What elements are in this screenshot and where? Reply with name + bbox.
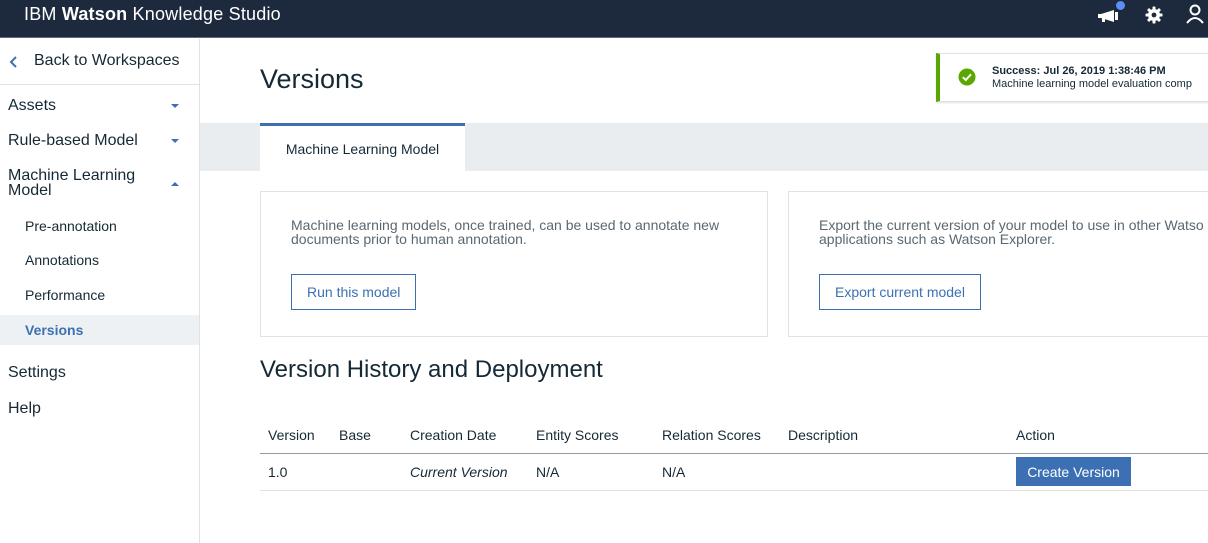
cell-relation-scores: N/A xyxy=(662,464,686,480)
tab-machine-learning-model[interactable]: Machine Learning Model xyxy=(260,123,465,171)
app-title: IBM Watson Knowledge Studio xyxy=(24,4,281,25)
sidebar-item-versions[interactable]: Versions xyxy=(0,315,199,345)
column-header-description: Description xyxy=(788,427,859,443)
export-model-description-line1: Export the current version of your model… xyxy=(819,217,1204,233)
column-header-relation-scores: Relation Scores xyxy=(662,427,761,443)
sidebar-section-assets[interactable]: Assets xyxy=(0,98,199,114)
brand-watson: Watson xyxy=(61,4,128,24)
brand-ibm: IBM xyxy=(24,4,57,24)
sidebar-item-pre-annotation[interactable]: Pre-annotation xyxy=(0,211,199,241)
back-label: Back to Workspaces xyxy=(34,52,180,69)
checkmark-circle-icon xyxy=(958,68,976,86)
sidebar-item-label: Pre-annotation xyxy=(25,218,117,234)
section-title: Version History and Deployment xyxy=(260,356,603,383)
cell-version: 1.0 xyxy=(268,464,288,480)
column-header-creation-date: Creation Date xyxy=(410,427,497,443)
run-this-model-button[interactable]: Run this model xyxy=(291,274,417,310)
cell-entity-scores: N/A xyxy=(536,464,560,480)
run-model-description-line2: documents prior to human annotation. xyxy=(291,231,527,247)
export-model-description: Export the current version of your model… xyxy=(819,218,1204,246)
sidebar-item-label: Performance xyxy=(25,287,106,303)
brand-product: Knowledge Studio xyxy=(132,4,281,24)
sidebar-section-machine-learning-model[interactable]: Machine Learning Model xyxy=(0,168,199,199)
export-model-description-line2: applications such as Watson Explorer. xyxy=(819,231,1056,247)
sidebar-item-label: Settings xyxy=(8,364,66,381)
sidebar-item-settings[interactable]: Settings xyxy=(0,365,199,381)
sidebar-item-label: Help xyxy=(8,400,41,417)
sidebar-section-label: Assets xyxy=(8,97,57,114)
sidebar-section-label-line2: Model xyxy=(8,182,52,199)
column-header-version: Version xyxy=(268,427,315,443)
column-header-entity-scores: Entity Scores xyxy=(536,427,619,443)
column-header-base: Base xyxy=(339,427,371,443)
sidebar: Back to Workspaces Assets Rule-based Mod… xyxy=(0,39,200,543)
cell-creation-date: Current Version xyxy=(410,464,508,480)
caret-down-icon xyxy=(171,104,179,108)
run-model-description-line1: Machine learning models, once trained, c… xyxy=(291,217,720,233)
caret-down-icon xyxy=(171,139,179,143)
sidebar-item-annotations[interactable]: Annotations xyxy=(0,245,199,275)
page-title: Versions xyxy=(260,64,364,94)
run-model-card: Machine learning models, once trained, c… xyxy=(260,191,768,337)
create-version-button[interactable]: Create Version xyxy=(1016,457,1131,486)
sidebar-section-label-line1: Machine Learning xyxy=(8,167,136,184)
sidebar-section-label: Rule-based Model xyxy=(8,132,138,149)
column-header-action: Action xyxy=(1016,427,1055,443)
sidebar-item-performance[interactable]: Performance xyxy=(0,280,199,310)
top-bar: IBM Watson Knowledge Studio xyxy=(0,0,1208,38)
table-row: 1.0 Current Version N/A N/A Create Versi… xyxy=(260,454,1208,491)
export-current-model-button[interactable]: Export current model xyxy=(819,274,981,310)
chevron-left-icon xyxy=(9,56,17,68)
success-notification[interactable]: Success: Jul 26, 2019 1:38:46 PM Machine… xyxy=(936,53,1208,102)
caret-up-icon xyxy=(171,182,179,186)
settings-icon[interactable] xyxy=(1145,5,1163,25)
back-to-workspaces-link[interactable]: Back to Workspaces xyxy=(0,39,199,85)
notification-dot xyxy=(1116,1,1125,10)
user-icon[interactable] xyxy=(1186,4,1204,24)
sidebar-item-help[interactable]: Help xyxy=(0,401,199,417)
run-model-description: Machine learning models, once trained, c… xyxy=(291,218,719,246)
sidebar-item-label: Versions xyxy=(25,322,84,338)
table-header: Version Base Creation Date Entity Scores… xyxy=(260,418,1208,454)
sidebar-item-label: Annotations xyxy=(25,252,99,268)
notification-title: Success: Jul 26, 2019 1:38:46 PM xyxy=(992,65,1166,77)
tab-bar: Machine Learning Model xyxy=(200,123,1208,171)
tab-label: Machine Learning Model xyxy=(285,141,440,157)
notification-message: Machine learning model evaluation comp xyxy=(992,78,1192,90)
announcement-icon[interactable] xyxy=(1097,6,1119,26)
sidebar-section-rule-based-model[interactable]: Rule-based Model xyxy=(0,133,199,149)
export-model-card: Export the current version of your model… xyxy=(788,191,1208,337)
